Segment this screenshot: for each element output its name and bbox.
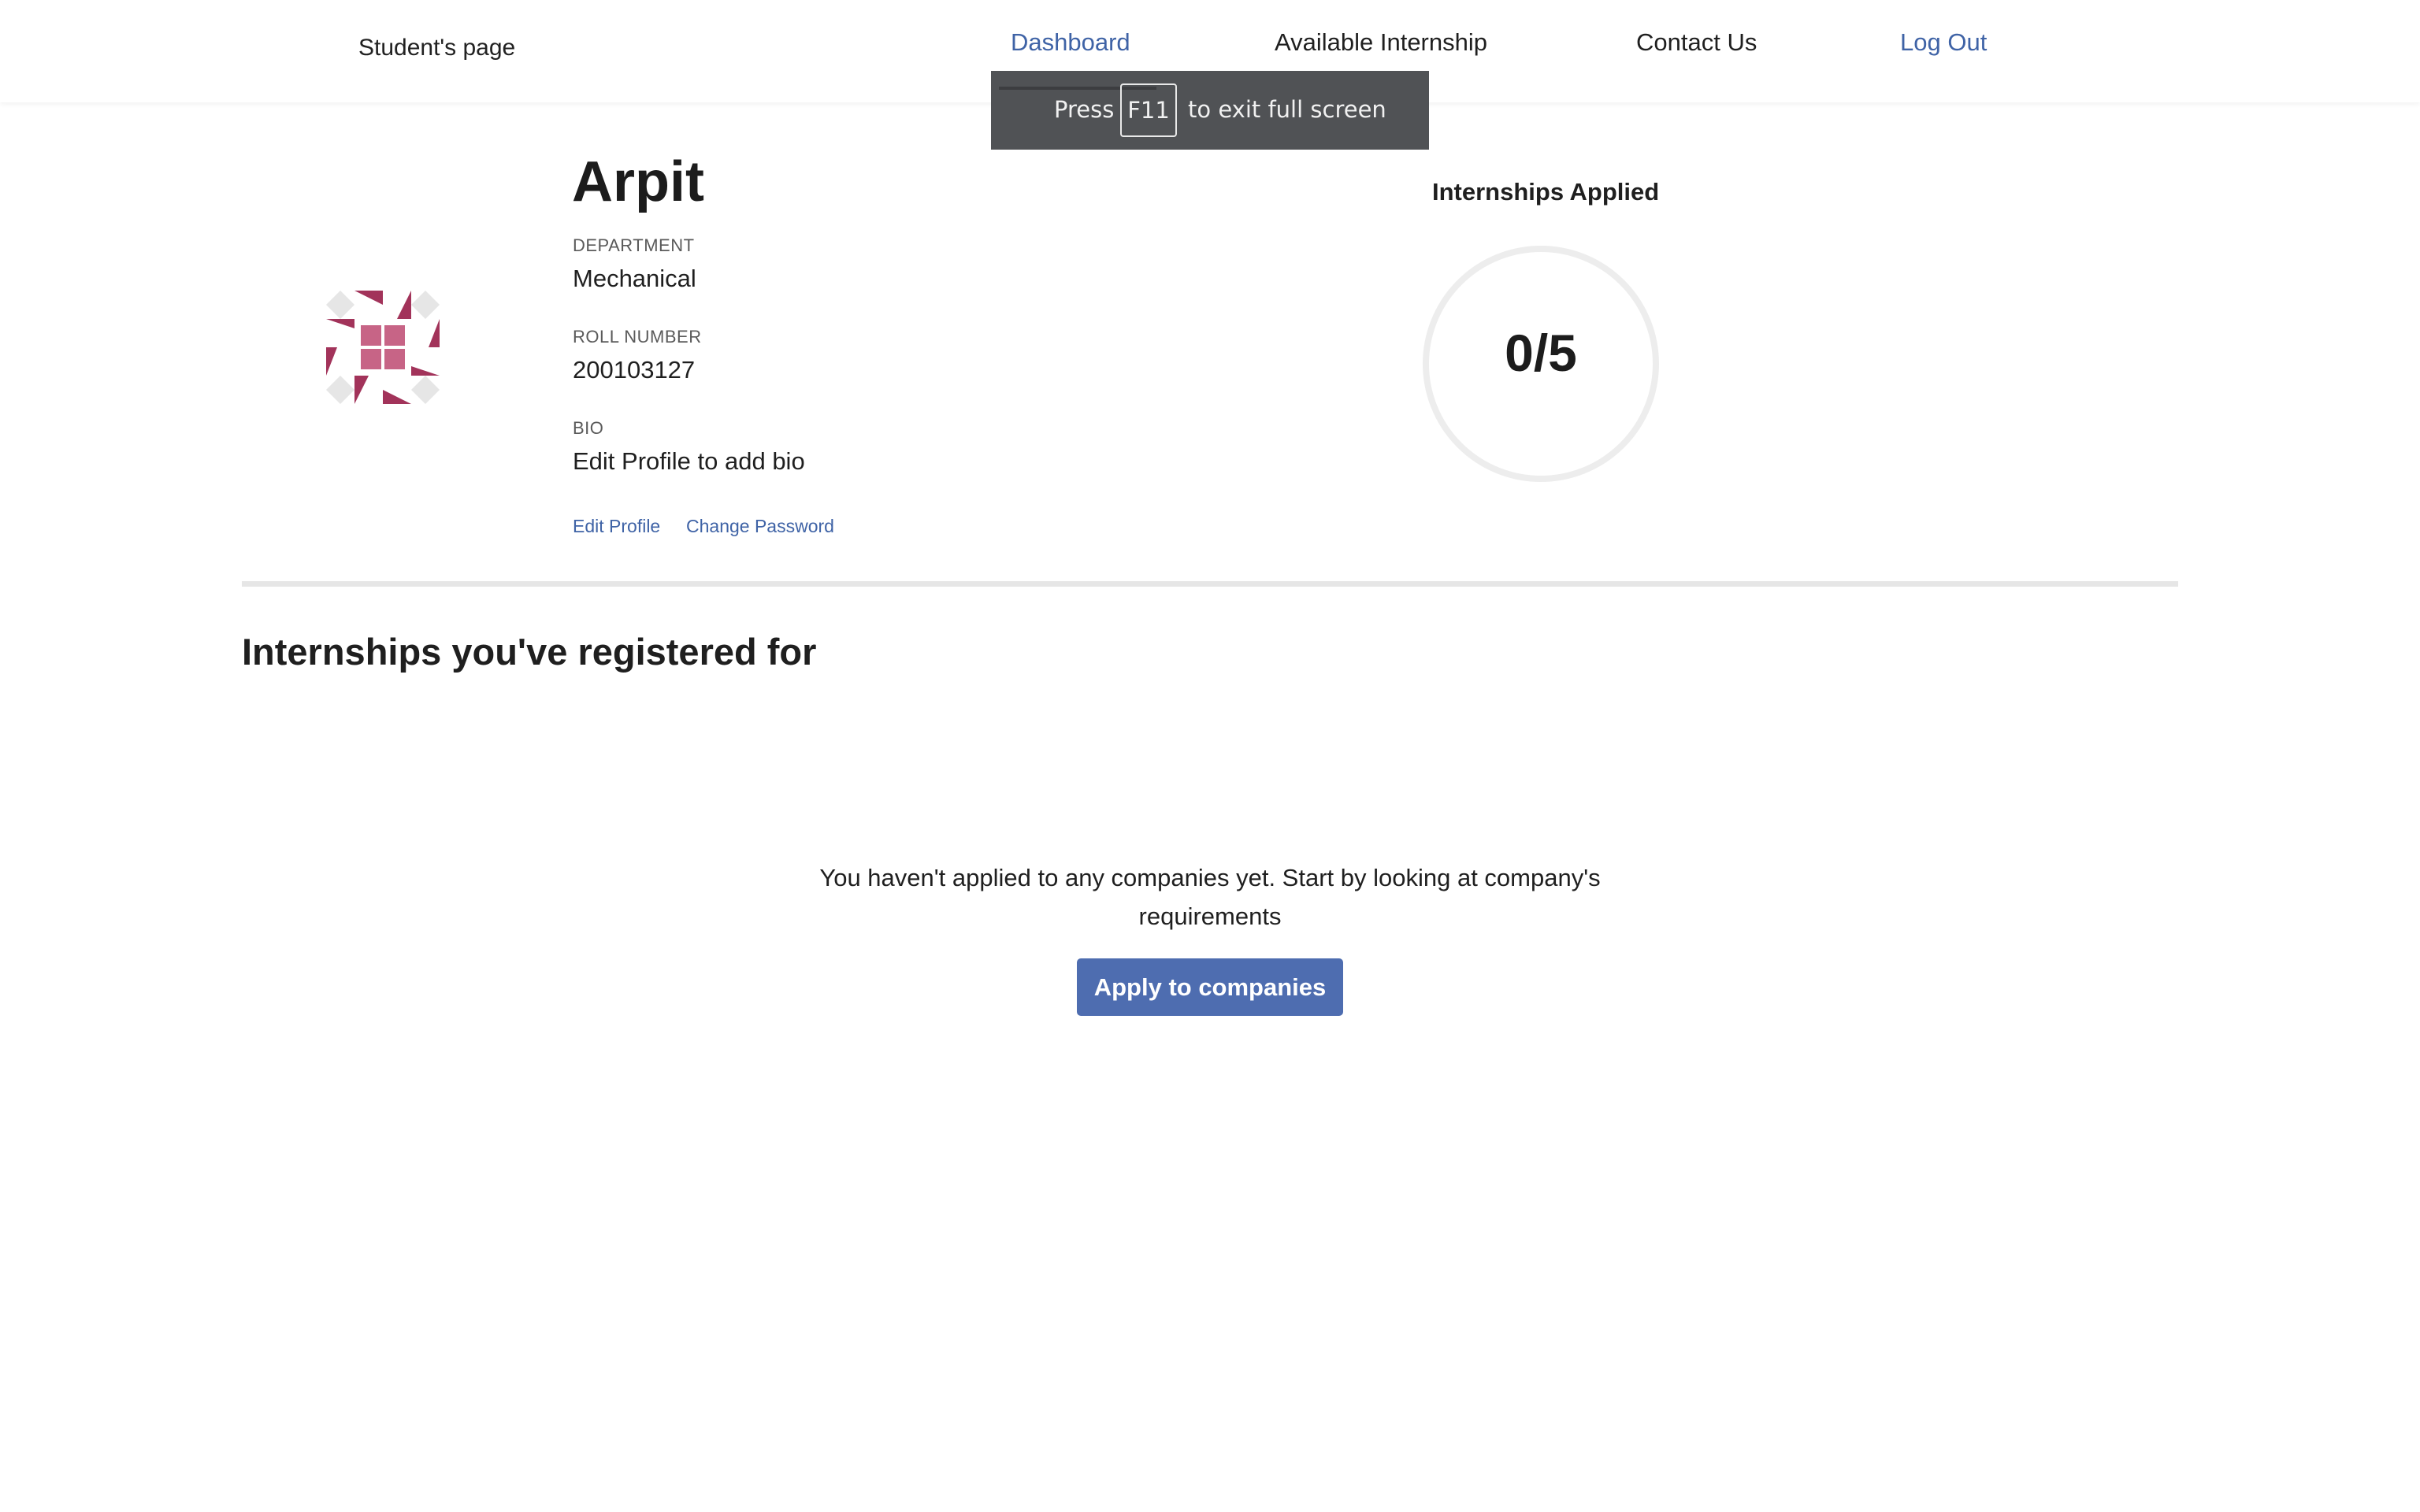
toast-key-badge: F11	[1120, 83, 1177, 137]
bio-label: BIO	[573, 418, 604, 438]
nav-available-internship[interactable]: Available Internship	[1275, 28, 1487, 57]
nav-dashboard[interactable]: Dashboard	[1011, 28, 1130, 57]
section-divider	[242, 581, 2178, 587]
bio-value: Edit Profile to add bio	[573, 447, 805, 475]
roll-number-label: ROLL NUMBER	[573, 327, 702, 346]
identicon-avatar-icon	[326, 291, 440, 404]
department-value: Mechanical	[573, 265, 696, 292]
change-password-link[interactable]: Change Password	[686, 516, 834, 537]
toast-press-text: Press	[1054, 96, 1115, 123]
toast-rest-text: to exit full screen	[1188, 96, 1386, 123]
internships-applied-title: Internships Applied	[1432, 178, 1660, 206]
roll-number-value: 200103127	[573, 356, 696, 384]
apply-to-companies-button[interactable]: Apply to companies	[1077, 958, 1343, 1016]
registered-internships-title: Internships you've registered for	[242, 631, 817, 673]
student-name: Arpit	[572, 150, 704, 213]
edit-profile-link[interactable]: Edit Profile	[573, 516, 660, 537]
brand-title: Student's page	[358, 35, 516, 61]
nav-log-out[interactable]: Log Out	[1900, 28, 1987, 57]
nav-contact-us[interactable]: Contact Us	[1636, 28, 1757, 57]
applied-count: 0/5	[1505, 324, 1577, 382]
department-label: DEPARTMENT	[573, 235, 695, 255]
fullscreen-exit-toast: Press F11 to exit full screen	[991, 71, 1429, 150]
empty-state-message: You haven't applied to any companies yet…	[819, 864, 1601, 930]
